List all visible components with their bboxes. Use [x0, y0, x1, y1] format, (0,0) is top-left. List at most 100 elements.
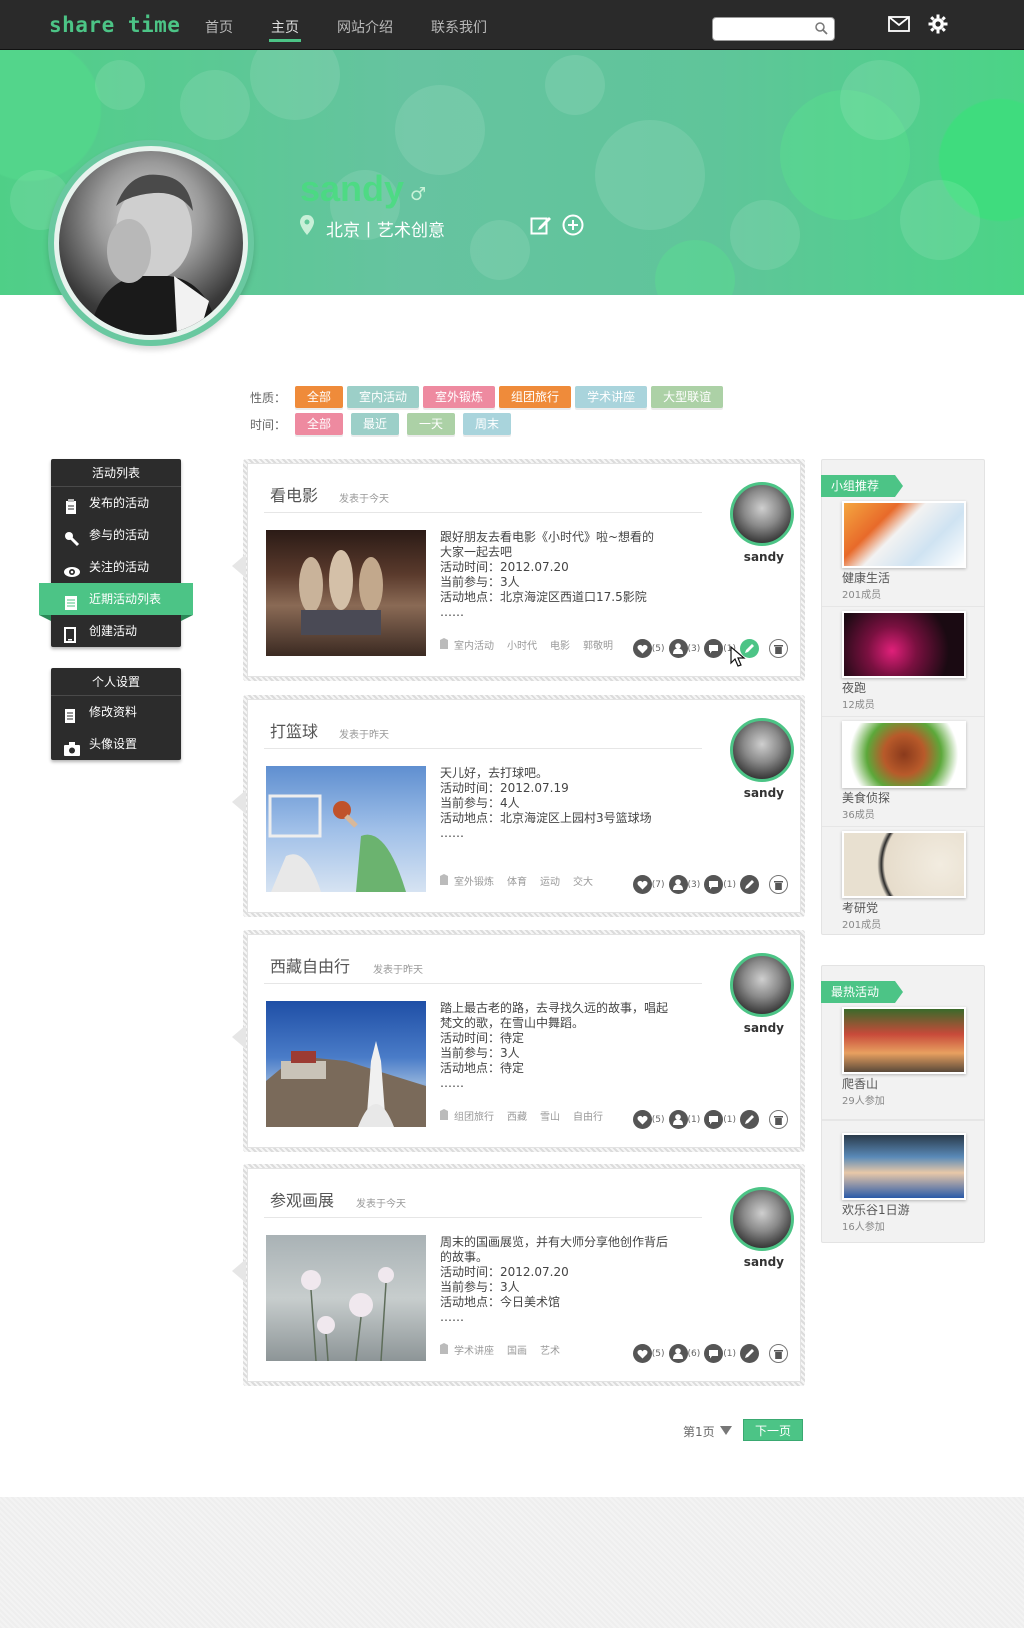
- next-page-button[interactable]: 下一页: [743, 1419, 803, 1441]
- edit-post-button[interactable]: [740, 1110, 759, 1129]
- card-tag[interactable]: 雪山: [540, 1108, 560, 1123]
- type-chip-outdoor[interactable]: 室外锻炼: [423, 386, 496, 408]
- comment-icon: [704, 1344, 724, 1363]
- card-tag[interactable]: 郭敬明: [583, 637, 613, 652]
- group-recommend-panel: 小组推荐 健康生活 201成员 夜跑 12成员 美食侦探 36成员 考研党 20…: [821, 459, 985, 935]
- comment-button[interactable]: (1): [704, 1344, 736, 1363]
- card-author-name[interactable]: sandy: [744, 1021, 784, 1035]
- trash-icon: [769, 639, 788, 658]
- add-circle-icon[interactable]: [562, 214, 584, 239]
- card-tag[interactable]: 体育: [507, 873, 527, 888]
- edit-icon[interactable]: [530, 214, 552, 239]
- delete-button[interactable]: [769, 1344, 788, 1363]
- card-tag[interactable]: 组团旅行: [454, 1108, 494, 1123]
- card-tag[interactable]: 自由行: [573, 1108, 603, 1123]
- search-input[interactable]: [717, 19, 813, 39]
- card-title[interactable]: 打篮球: [270, 718, 318, 742]
- card-author-avatar[interactable]: [730, 953, 794, 1017]
- card-image-tibet[interactable]: [266, 1001, 426, 1127]
- mail-icon[interactable]: [888, 16, 910, 35]
- card-title[interactable]: 西藏自由行: [270, 953, 350, 977]
- time-chip-oneday[interactable]: 一天: [407, 413, 456, 435]
- card-desc-line: 活动时间：待定: [440, 1031, 525, 1045]
- comment-button[interactable]: (1): [704, 875, 736, 894]
- comment-count: (1): [723, 879, 736, 890]
- comment-button[interactable]: (1): [704, 1110, 736, 1129]
- card-tag[interactable]: 小时代: [507, 637, 537, 652]
- search-icon[interactable]: [814, 21, 828, 38]
- nav-contact[interactable]: 联系我们: [421, 0, 497, 50]
- menu-edit-profile[interactable]: 修改资料: [51, 696, 181, 728]
- nav-home[interactable]: 首页: [195, 0, 243, 50]
- card-image-movie[interactable]: [266, 530, 426, 656]
- card-tag[interactable]: 室外锻炼: [454, 873, 494, 888]
- menu-avatar-settings[interactable]: 头像设置: [51, 728, 181, 760]
- time-chip-all[interactable]: 全部: [295, 413, 344, 435]
- card-desc-line: 梵文的歌，在雪山中舞蹈。: [440, 1016, 585, 1030]
- like-button[interactable]: (5): [632, 1344, 665, 1363]
- like-button[interactable]: (5): [632, 1110, 665, 1129]
- like-button[interactable]: (5): [632, 639, 665, 658]
- card-image-painting[interactable]: [266, 1235, 426, 1362]
- menu-item-label: 参与的活动: [89, 528, 150, 542]
- menu-joined-activities[interactable]: 参与的活动: [51, 519, 181, 551]
- delete-button[interactable]: [769, 639, 788, 658]
- card-divider: [264, 1217, 702, 1218]
- delete-button[interactable]: [769, 1110, 788, 1129]
- time-chip-weekend[interactable]: 周末: [463, 413, 512, 435]
- hot-activity-item[interactable]: 欢乐谷1日游 16人参加: [822, 1120, 984, 1238]
- group-item[interactable]: 考研党 201成员: [822, 827, 984, 936]
- nav-about[interactable]: 网站介绍: [327, 0, 403, 50]
- card-tag[interactable]: 西藏: [507, 1108, 527, 1123]
- card-tag[interactable]: 国画: [507, 1342, 527, 1357]
- type-chip-lecture[interactable]: 学术讲座: [575, 386, 648, 408]
- join-button[interactable]: (6): [668, 1344, 700, 1363]
- site-logo[interactable]: share time: [49, 13, 180, 37]
- menu-create-activity[interactable]: 创建活动: [51, 615, 181, 647]
- card-author-name[interactable]: sandy: [744, 786, 784, 800]
- card-author-avatar[interactable]: [730, 718, 794, 782]
- card-tag[interactable]: 室内活动: [454, 637, 494, 652]
- nav-profile[interactable]: 主页: [261, 0, 309, 50]
- hot-activity-item[interactable]: 爬香山 29人参加: [822, 1003, 984, 1120]
- card-title[interactable]: 看电影: [270, 482, 318, 506]
- join-button[interactable]: (3): [668, 639, 700, 658]
- like-button[interactable]: (7): [632, 875, 665, 894]
- card-title[interactable]: 参观画展: [270, 1187, 334, 1211]
- card-image-basketball[interactable]: [266, 766, 426, 892]
- group-item[interactable]: 美食侦探 36成员: [822, 717, 984, 827]
- group-item[interactable]: 夜跑 12成员: [822, 607, 984, 717]
- join-button[interactable]: (1): [668, 1110, 700, 1129]
- card-tag[interactable]: 学术讲座: [454, 1342, 494, 1357]
- person-icon: [668, 875, 688, 894]
- card-tag[interactable]: 交大: [573, 873, 593, 888]
- group-image: [842, 611, 966, 678]
- type-chip-all[interactable]: 全部: [295, 386, 344, 408]
- card-author-name[interactable]: sandy: [744, 1255, 784, 1269]
- card-tag[interactable]: 电影: [550, 637, 570, 652]
- card-tag[interactable]: 运动: [540, 873, 560, 888]
- card-tag[interactable]: 艺术: [540, 1342, 560, 1357]
- page-indicator[interactable]: 第1页: [683, 1423, 715, 1440]
- card-author-name[interactable]: sandy: [744, 550, 784, 564]
- page-dropdown-icon[interactable]: [720, 1426, 732, 1435]
- type-chip-travel[interactable]: 组团旅行: [499, 386, 572, 408]
- menu-published-activities[interactable]: 发布的活动: [51, 487, 181, 519]
- group-item[interactable]: 健康生活 201成员: [822, 497, 984, 607]
- card-author-avatar[interactable]: [730, 1187, 794, 1251]
- menu-recent-activities[interactable]: 近期活动列表: [39, 583, 193, 621]
- type-chip-social[interactable]: 大型联谊: [651, 386, 724, 408]
- comment-icon: [704, 639, 724, 658]
- edit-post-button[interactable]: [740, 1344, 759, 1363]
- menu-followed-activities[interactable]: 关注的活动: [51, 551, 181, 583]
- card-tags: 组团旅行 西藏 雪山 自由行: [440, 1108, 616, 1123]
- profile-avatar[interactable]: [54, 146, 248, 340]
- card-actions: (7) (3) (1): [629, 875, 788, 894]
- time-chip-recent[interactable]: 最近: [351, 413, 400, 435]
- edit-post-button[interactable]: [740, 875, 759, 894]
- gear-icon[interactable]: [928, 14, 948, 37]
- card-author-avatar[interactable]: [730, 482, 794, 546]
- type-chip-indoor[interactable]: 室内活动: [347, 386, 420, 408]
- join-button[interactable]: (3): [668, 875, 700, 894]
- delete-button[interactable]: [769, 875, 788, 894]
